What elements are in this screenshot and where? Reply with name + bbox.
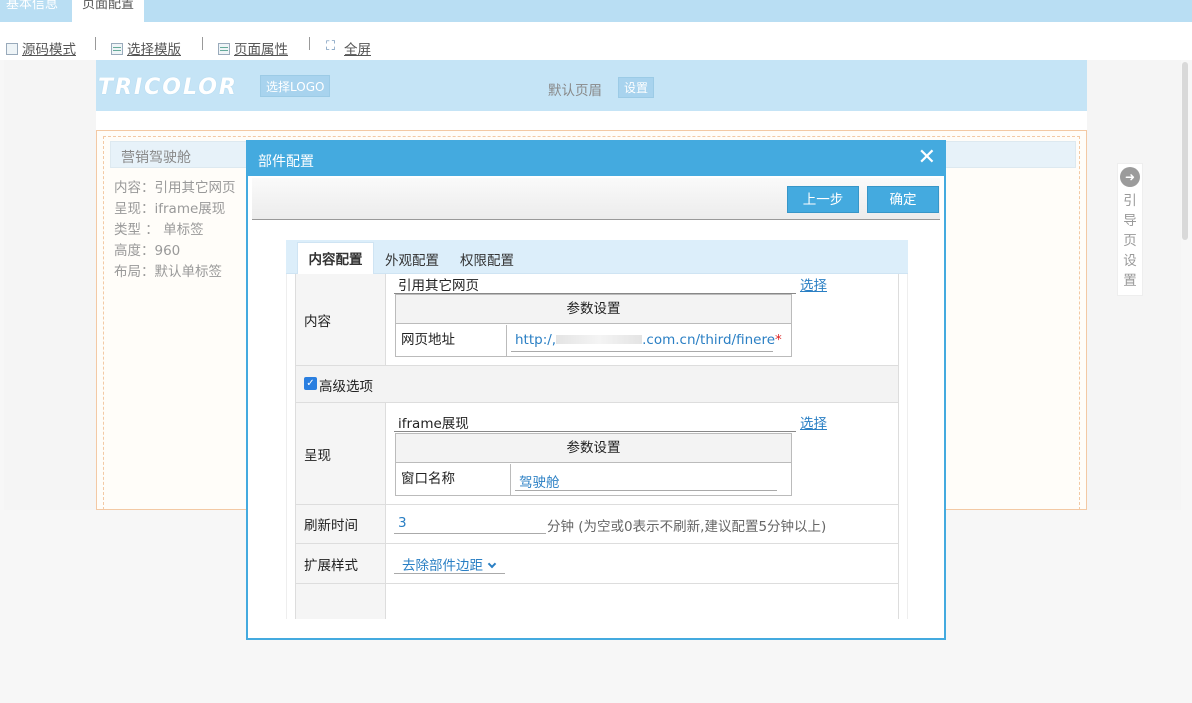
header-set-button[interactable]: 设置 (618, 77, 655, 98)
dialog-header: 部件配置 ✕ (248, 142, 944, 176)
refresh-hint: 分钟 (为空或0表示不刷新,建议配置5分钟以上) (547, 519, 827, 535)
widget-config-dialog: 部件配置 ✕ 上一步 确定 内容配置 外观配置 权限配置 内容 引用其它网页 选… (246, 140, 946, 640)
next-label-cell (296, 584, 386, 619)
source-mode-link[interactable]: 源码模式 (6, 38, 76, 58)
select-template-label: 选择模版 (127, 42, 181, 58)
guide-settings-float[interactable]: ➜ 引 导 页 设 置 (1117, 163, 1143, 296)
toolbar-divider (202, 37, 203, 50)
content-label-cell: 内容 (296, 274, 386, 365)
guide-char: 置 (1123, 273, 1137, 289)
present-row: 呈现 iframe展现 选择 参数设置 窗口名称 驾驶舱 (295, 403, 899, 505)
present-label: 呈现 (304, 447, 331, 464)
next-row-partial (295, 584, 899, 619)
advanced-options-row: ✓ 高级选项 (295, 366, 899, 403)
present-param-table: 参数设置 窗口名称 驾驶舱 (395, 433, 792, 496)
window-name-value[interactable]: 驾驶舱 (519, 471, 560, 491)
url-param-label: 网页地址 (396, 325, 507, 356)
advanced-options-label: 高级选项 (319, 379, 373, 395)
guide-char: 页 (1123, 233, 1137, 249)
page-props-label: 页面属性 (234, 42, 288, 58)
dialog-title: 部件配置 (258, 154, 314, 170)
refresh-underline (394, 533, 546, 534)
tab-permission-config[interactable]: 权限配置 (460, 249, 514, 269)
tab-page-config[interactable]: 页面配置 (72, 0, 145, 22)
confirm-button[interactable]: 确定 (867, 186, 939, 213)
present-underline (394, 431, 796, 432)
panel-title: 营销驾驶舱 (121, 150, 191, 166)
refresh-row: 刷新时间 3 分钟 (为空或0表示不刷新,建议配置5分钟以上) (295, 505, 899, 544)
content-param-table: 参数设置 网页地址 http:/, .com.cn/third/finere* (395, 294, 792, 357)
ext-underline (394, 573, 505, 574)
document-icon (6, 43, 18, 55)
redacted-domain (556, 335, 643, 344)
fullscreen-link[interactable]: 全屏 (326, 38, 371, 58)
chevron-down-icon (487, 559, 497, 569)
config-tabs: 内容配置 外观配置 权限配置 (286, 240, 908, 274)
refresh-input[interactable]: 3 (398, 515, 407, 531)
ext-label-cell: 扩展样式 (296, 544, 386, 583)
guide-char: 设 (1123, 253, 1137, 269)
vertical-scrollbar[interactable] (1182, 62, 1188, 240)
toolbar-divider (309, 37, 310, 50)
content-select-link[interactable]: 选择 (800, 274, 827, 294)
present-param-header: 参数设置 (396, 434, 791, 463)
panel-info-layout: 布局：默认单标签 (114, 264, 222, 280)
url-prefix: http:/, (515, 332, 557, 348)
tab-appearance-config[interactable]: 外观配置 (385, 249, 439, 269)
tab-content-config[interactable]: 内容配置 (297, 242, 374, 274)
page-toolbar: 源码模式 选择模版 页面属性 全屏 (0, 22, 1192, 60)
advanced-options-checkbox[interactable]: ✓ (304, 377, 317, 390)
fullscreen-icon (326, 39, 340, 55)
ext-label: 扩展样式 (304, 557, 358, 574)
panel-info-type: 类型 ： 单标签 (114, 222, 204, 238)
panel-info-height: 高度：960 (114, 243, 181, 259)
url-param-value[interactable]: http:/, .com.cn/third/finere* (515, 332, 782, 348)
dialog-toolbar: 上一步 确定 (252, 178, 940, 220)
ext-style-row: 扩展样式 去除部件边距 (295, 544, 899, 584)
url-suffix: .com.cn/third/finere (642, 332, 776, 348)
window-name-label: 窗口名称 (396, 464, 511, 495)
ext-style-selected: 去除部件边距 (402, 558, 483, 574)
logo: TRICOLOR (98, 75, 238, 100)
guide-char: 导 (1123, 213, 1137, 229)
properties-icon (218, 43, 230, 55)
top-tab-bar: 基本信息 页面配置 (0, 0, 1192, 22)
config-form: 内容 引用其它网页 选择 参数设置 网页地址 http:/, .com.cn/th… (286, 274, 908, 619)
template-icon (111, 43, 123, 55)
page-props-link[interactable]: 页面属性 (218, 38, 288, 58)
default-header-label: 默认页眉 (548, 83, 602, 99)
panel-info-present: 呈现：iframe展现 (114, 201, 226, 217)
url-underline (511, 351, 773, 352)
content-row: 内容 引用其它网页 选择 参数设置 网页地址 http:/, .com.cn/th… (295, 274, 899, 366)
guide-char: 引 (1123, 193, 1137, 209)
panel-info-content: 内容：引用其它网页 (114, 180, 236, 196)
content-param-header: 参数设置 (396, 295, 791, 324)
content-value: 引用其它网页 (398, 278, 479, 294)
refresh-label: 刷新时间 (304, 518, 358, 534)
required-marker: * (775, 332, 782, 348)
select-template-link[interactable]: 选择模版 (111, 38, 181, 58)
toolbar-divider (95, 37, 96, 50)
present-select-link[interactable]: 选择 (800, 412, 827, 432)
guide-icon: ➜ (1120, 167, 1140, 187)
tab-basic-info[interactable]: 基本信息 (0, 0, 68, 22)
canvas-gutter-left (4, 60, 96, 510)
window-name-underline (515, 490, 777, 491)
prev-step-button[interactable]: 上一步 (787, 186, 859, 213)
close-icon[interactable]: ✕ (918, 147, 936, 169)
source-mode-label: 源码模式 (22, 42, 76, 58)
content-label: 内容 (304, 313, 331, 330)
present-value: iframe展现 (398, 416, 469, 432)
present-label-cell: 呈现 (296, 403, 386, 504)
refresh-label-cell: 刷新时间 (296, 505, 386, 543)
select-logo-button[interactable]: 选择LOGO (260, 75, 331, 97)
fullscreen-label: 全屏 (344, 42, 371, 58)
ext-style-select[interactable]: 去除部件边距 (402, 554, 497, 574)
